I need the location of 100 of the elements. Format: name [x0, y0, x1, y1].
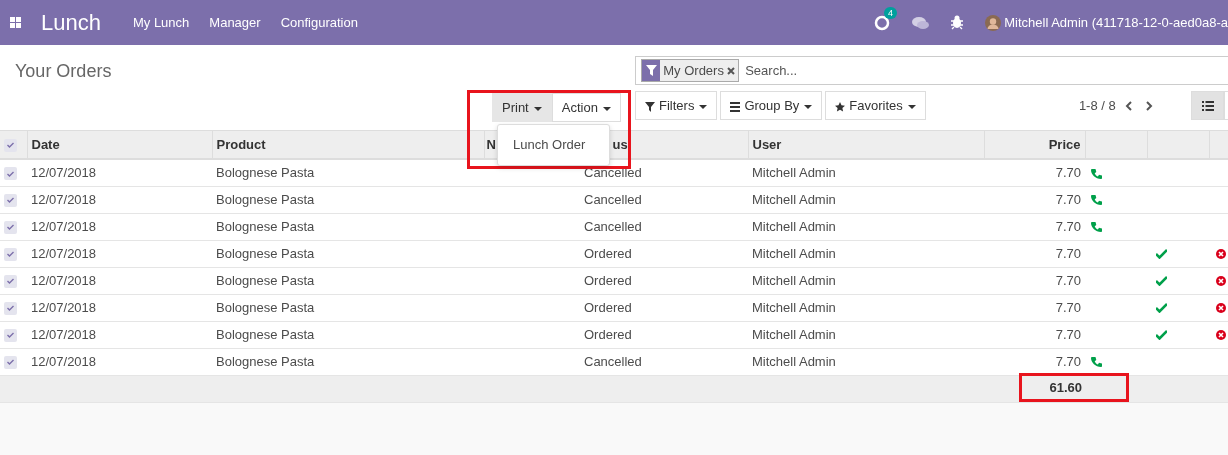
date-cell: 12/07/2018	[31, 245, 97, 261]
user-cell: Mitchell Admin	[752, 353, 836, 369]
date-cell: 12/07/2018	[31, 191, 97, 207]
apps-menu-icon[interactable]	[10, 17, 21, 28]
price-cell: 7.70	[1055, 191, 1081, 207]
menu-item[interactable]: Configuration	[280, 12, 358, 33]
column-header[interactable]: Product	[216, 136, 266, 152]
user-cell: Mitchell Admin	[752, 191, 836, 207]
product-cell: Bolognese Pasta	[216, 299, 315, 315]
product-cell: Bolognese Pasta	[216, 191, 315, 207]
avatar[interactable]	[984, 14, 1001, 31]
checkbox[interactable]	[4, 301, 17, 315]
chat-icon[interactable]	[911, 15, 929, 30]
checkbox[interactable]	[4, 167, 17, 181]
phone-icon[interactable]	[1091, 357, 1102, 368]
checkmark-icon[interactable]	[1156, 303, 1167, 314]
status-cell: Cancelled	[584, 218, 642, 234]
user-cell: Mitchell Admin	[752, 218, 836, 234]
price-cell: 7.70	[1055, 353, 1081, 369]
pager-value: 1-8 / 8	[1078, 96, 1116, 115]
check-icon	[7, 278, 14, 285]
product-cell: Bolognese Pasta	[216, 326, 315, 342]
star-icon	[835, 101, 846, 112]
group-by-button[interactable]: Group By	[720, 91, 823, 120]
page-title: Your Orders	[15, 60, 113, 83]
user-cell: Mitchell Admin	[752, 272, 836, 288]
price-cell: 7.70	[1055, 299, 1081, 315]
list-icon	[730, 101, 741, 112]
check-icon	[7, 142, 14, 149]
checkmark-icon[interactable]	[1156, 330, 1167, 341]
cancel-icon[interactable]	[1216, 330, 1226, 341]
checkbox[interactable]	[4, 328, 17, 342]
column-header[interactable]: User	[752, 136, 782, 152]
column-header[interactable]: Date	[31, 136, 60, 152]
filter-icon	[645, 101, 655, 112]
date-cell: 12/07/2018	[31, 326, 97, 342]
check-icon	[7, 197, 14, 204]
chevron-right-icon	[1145, 101, 1153, 112]
product-cell: Bolognese Pasta	[216, 218, 315, 234]
column-header[interactable]: Price	[1048, 136, 1081, 152]
checkbox[interactable]	[4, 193, 17, 207]
facet-label: My Orders	[662, 61, 725, 80]
dropdown-item[interactable]: Lunch Order	[498, 133, 609, 157]
user-cell: Mitchell Admin	[752, 299, 836, 315]
status-cell: Ordered	[584, 245, 632, 261]
status-cell: Cancelled	[584, 191, 642, 207]
filter-icon	[645, 65, 657, 76]
status-cell: Cancelled	[584, 165, 642, 180]
product-cell: Bolognese Pasta	[216, 245, 315, 261]
print-button[interactable]: Print	[492, 93, 552, 122]
phone-icon[interactable]	[1091, 222, 1102, 233]
activity-icon[interactable]	[873, 15, 890, 32]
price-cell: 7.70	[1055, 326, 1081, 342]
search-facet[interactable]: My Orders	[641, 59, 740, 82]
favorites-button[interactable]: Favorites	[825, 91, 926, 120]
date-cell: 12/07/2018	[31, 299, 97, 315]
search-field[interactable]: My Orders Search...	[635, 56, 1228, 85]
product-cell: Bolognese Pasta	[216, 165, 315, 180]
menu-item[interactable]: My Lunch	[132, 12, 190, 33]
status-cell: Ordered	[584, 299, 632, 315]
status-cell: Cancelled	[584, 353, 642, 369]
checkbox[interactable]	[4, 355, 17, 369]
status-cell: Ordered	[584, 326, 632, 342]
price-cell: 7.70	[1055, 165, 1081, 180]
remove-icon[interactable]	[727, 66, 736, 75]
date-cell: 12/07/2018	[31, 165, 97, 180]
activity-count-badge: 4	[883, 6, 897, 19]
list-view-button[interactable]	[1191, 91, 1224, 120]
cancel-icon[interactable]	[1216, 303, 1226, 314]
price-cell: 7.70	[1055, 272, 1081, 288]
cancel-icon[interactable]	[1216, 249, 1226, 260]
phone-icon[interactable]	[1091, 168, 1102, 179]
filters-button[interactable]: Filters	[635, 91, 718, 120]
user-cell: Mitchell Admin	[752, 165, 836, 180]
column-header[interactable]: N	[486, 136, 496, 152]
user-cell: Mitchell Admin	[752, 326, 836, 342]
check-icon	[7, 170, 14, 177]
bug-icon[interactable]	[950, 15, 963, 30]
date-cell: 12/07/2018	[31, 353, 97, 369]
cancel-icon[interactable]	[1216, 276, 1226, 287]
date-cell: 12/07/2018	[31, 272, 97, 288]
check-icon	[7, 251, 14, 258]
total-price: 61.60	[1049, 379, 1082, 395]
user-cell: Mitchell Admin	[752, 245, 836, 261]
checkmark-icon[interactable]	[1156, 276, 1167, 287]
chevron-left-icon	[1125, 101, 1133, 112]
status-cell: Ordered	[584, 272, 632, 288]
user-menu[interactable]: Mitchell Admin (411718-12-0-aed0a8-a	[1004, 12, 1228, 33]
menu-item[interactable]: Manager	[209, 12, 261, 33]
checkbox[interactable]	[4, 247, 17, 261]
checkmark-icon[interactable]	[1156, 249, 1167, 260]
checkbox[interactable]	[4, 220, 17, 234]
list-icon	[1201, 100, 1214, 111]
product-cell: Bolognese Pasta	[216, 272, 315, 288]
action-button[interactable]: Action	[551, 93, 621, 122]
checkbox[interactable]	[4, 138, 17, 152]
phone-icon[interactable]	[1091, 195, 1102, 206]
checkbox[interactable]	[4, 274, 17, 288]
app-title: Lunch	[41, 9, 101, 37]
check-icon	[7, 224, 14, 231]
